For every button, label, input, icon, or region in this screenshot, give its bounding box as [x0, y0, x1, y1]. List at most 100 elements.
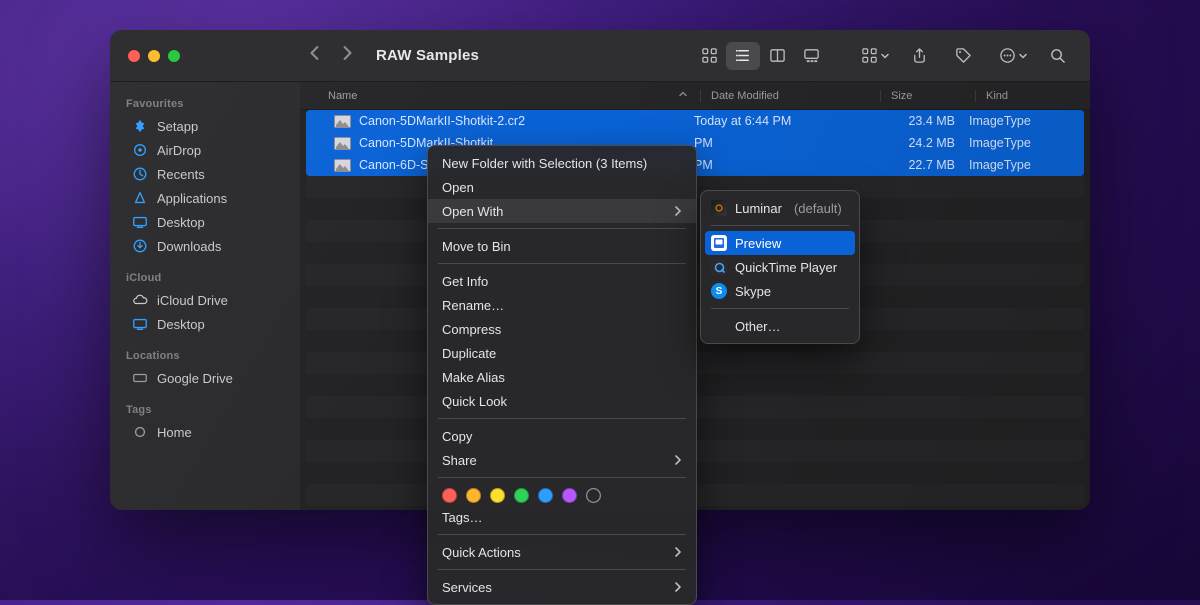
- tags-button[interactable]: [948, 42, 978, 70]
- grid-icon: [701, 47, 718, 64]
- minimize-window-button[interactable]: [148, 50, 160, 62]
- column-kind[interactable]: Kind: [975, 90, 1090, 102]
- image-file-icon: [334, 115, 351, 128]
- cloud-icon: [132, 292, 148, 308]
- view-gallery-button[interactable]: [794, 42, 828, 70]
- menu-separator: [438, 569, 686, 570]
- menu-separator: [438, 418, 686, 419]
- sidebar-item-icloud-drive[interactable]: iCloud Drive: [116, 288, 294, 312]
- menu-open-with[interactable]: Open With: [428, 199, 696, 223]
- image-file-icon: [334, 137, 351, 150]
- ellipsis-circle-icon: [999, 47, 1016, 64]
- tag-blue[interactable]: [538, 488, 553, 503]
- sidebar-item-desktop[interactable]: Desktop: [116, 210, 294, 234]
- context-menu: New Folder with Selection (3 Items) Open…: [427, 145, 697, 605]
- sidebar-item-google-drive[interactable]: Google Drive: [116, 366, 294, 390]
- sidebar-item-airdrop[interactable]: AirDrop: [116, 138, 294, 162]
- menu-open[interactable]: Open: [428, 175, 696, 199]
- tag-yellow[interactable]: [490, 488, 505, 503]
- group-icon: [861, 47, 878, 64]
- sidebar-item-setapp[interactable]: Setapp: [116, 114, 294, 138]
- submenu-app-luminar[interactable]: Luminar(default): [701, 196, 859, 220]
- view-list-button[interactable]: [726, 42, 760, 70]
- desktop-icon: [132, 214, 148, 230]
- menu-tags[interactable]: Tags…: [428, 505, 696, 529]
- luminar-app-icon: [711, 200, 727, 216]
- applications-icon: [132, 190, 148, 206]
- search-button[interactable]: [1042, 42, 1072, 70]
- column-name[interactable]: Name: [328, 89, 700, 102]
- submenu-app-preview[interactable]: Preview: [705, 231, 855, 255]
- sort-ascending-icon: [678, 89, 688, 102]
- submenu-app-skype[interactable]: S Skype: [701, 279, 859, 303]
- menu-separator: [438, 477, 686, 478]
- menu-quick-actions[interactable]: Quick Actions: [428, 540, 696, 564]
- tag-orange[interactable]: [466, 488, 481, 503]
- menu-services[interactable]: Services: [428, 575, 696, 599]
- gallery-icon: [803, 47, 820, 64]
- preview-app-icon: [711, 235, 727, 251]
- menu-copy[interactable]: Copy: [428, 424, 696, 448]
- sidebar-section-tags: Tags: [110, 398, 300, 420]
- tag-none[interactable]: [586, 488, 601, 503]
- menu-separator: [438, 263, 686, 264]
- column-size[interactable]: Size: [880, 90, 975, 102]
- forward-button[interactable]: [340, 46, 354, 65]
- file-row[interactable]: Canon-5DMarkII-Shotkit-2.cr2 Today at 6:…: [306, 110, 1084, 132]
- menu-new-folder[interactable]: New Folder with Selection (3 Items): [428, 151, 696, 175]
- airdrop-icon: [132, 142, 148, 158]
- back-button[interactable]: [308, 46, 322, 65]
- view-columns-button[interactable]: [760, 42, 794, 70]
- sidebar-section-favourites: Favourites: [110, 92, 300, 114]
- tag-red[interactable]: [442, 488, 457, 503]
- folder-title: RAW Samples: [376, 47, 479, 64]
- nav-arrows: [308, 46, 354, 65]
- menu-quick-look[interactable]: Quick Look: [428, 389, 696, 413]
- tag-purple[interactable]: [562, 488, 577, 503]
- submenu-app-quicktime[interactable]: QuickTime Player: [701, 255, 859, 279]
- quicktime-app-icon: [711, 259, 727, 275]
- tag-green[interactable]: [514, 488, 529, 503]
- open-with-submenu: Luminar(default) Preview QuickTime Playe…: [700, 190, 860, 344]
- sidebar-section-icloud: iCloud: [110, 266, 300, 288]
- sidebar-item-tag-home[interactable]: Home: [116, 420, 294, 444]
- column-headers: Name Date Modified Size Kind: [300, 82, 1090, 110]
- menu-compress[interactable]: Compress: [428, 317, 696, 341]
- zoom-window-button[interactable]: [168, 50, 180, 62]
- menu-make-alias[interactable]: Make Alias: [428, 365, 696, 389]
- desktop-icon: [132, 316, 148, 332]
- chevron-right-icon: [673, 204, 682, 219]
- menu-separator: [438, 228, 686, 229]
- menu-separator: [438, 534, 686, 535]
- sidebar-item-downloads[interactable]: Downloads: [116, 234, 294, 258]
- close-window-button[interactable]: [128, 50, 140, 62]
- share-icon: [911, 47, 928, 64]
- titlebar: RAW Samples: [110, 30, 1090, 82]
- submenu-other[interactable]: Other…: [701, 314, 859, 338]
- sidebar-item-recents[interactable]: Recents: [116, 162, 294, 186]
- menu-separator: [711, 225, 849, 226]
- menu-get-info[interactable]: Get Info: [428, 269, 696, 293]
- menu-duplicate[interactable]: Duplicate: [428, 341, 696, 365]
- menu-move-to-bin[interactable]: Move to Bin: [428, 234, 696, 258]
- group-by-button[interactable]: [854, 42, 890, 70]
- search-icon: [1049, 47, 1066, 64]
- share-button[interactable]: [904, 42, 934, 70]
- setapp-icon: [132, 118, 148, 134]
- drive-icon: [132, 370, 148, 386]
- tag-icon: [955, 47, 972, 64]
- menu-share[interactable]: Share: [428, 448, 696, 472]
- more-actions-button[interactable]: [992, 42, 1028, 70]
- sidebar-item-icloud-desktop[interactable]: Desktop: [116, 312, 294, 336]
- view-icons-button[interactable]: [692, 42, 726, 70]
- image-file-icon: [334, 159, 351, 172]
- skype-app-icon: S: [711, 283, 727, 299]
- sidebar-section-locations: Locations: [110, 344, 300, 366]
- tag-circle-icon: [132, 424, 148, 440]
- menu-separator: [711, 308, 849, 309]
- toolbar-right: [854, 42, 1072, 70]
- menu-rename[interactable]: Rename…: [428, 293, 696, 317]
- chevron-right-icon: [340, 46, 354, 60]
- column-date[interactable]: Date Modified: [700, 90, 880, 102]
- sidebar-item-applications[interactable]: Applications: [116, 186, 294, 210]
